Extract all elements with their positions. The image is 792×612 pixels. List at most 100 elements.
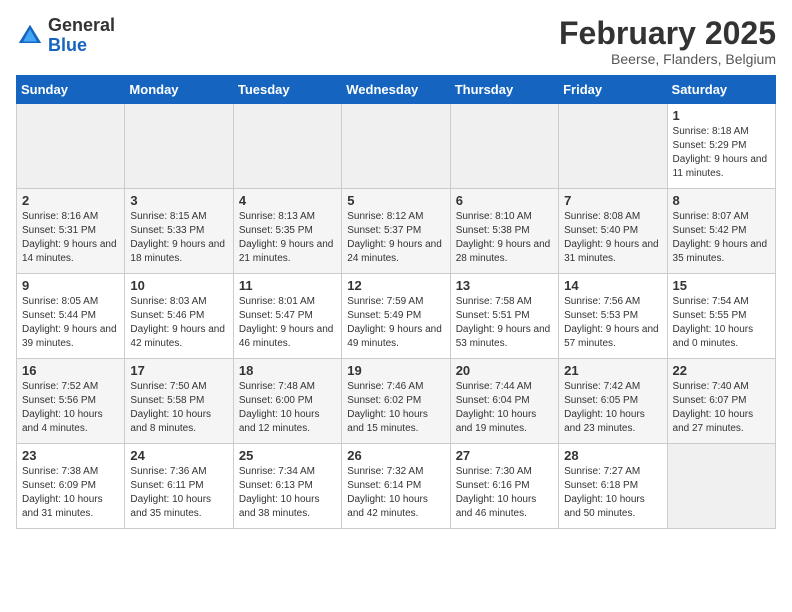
calendar-week-row: 9Sunrise: 8:05 AM Sunset: 5:44 PM Daylig… [17, 274, 776, 359]
calendar-table: SundayMondayTuesdayWednesdayThursdayFrid… [16, 75, 776, 529]
day-of-week-header: Saturday [667, 76, 775, 104]
day-info: Sunrise: 7:46 AM Sunset: 6:02 PM Dayligh… [347, 380, 444, 436]
day-number: 26 [347, 448, 444, 463]
day-number: 27 [456, 448, 553, 463]
month-title: February 2025 [559, 16, 776, 51]
calendar-cell: 20Sunrise: 7:44 AM Sunset: 6:04 PM Dayli… [450, 359, 558, 444]
calendar-cell: 27 Sunrise: 7:30 AM Sunset: 6:16 PM Dayli… [450, 444, 558, 529]
calendar-week-row: 2 Sunrise: 8:16 AM Sunset: 5:31 PM Daylig… [17, 189, 776, 274]
calendar-cell: 26Sunrise: 7:32 AM Sunset: 6:14 PM Dayli… [342, 444, 450, 529]
day-number: 7 [564, 193, 661, 208]
day-number: 22 [673, 363, 770, 378]
title-area: February 2025 Beerse, Flanders, Belgium [559, 16, 776, 67]
day-number: 18 [239, 363, 336, 378]
calendar-cell [17, 104, 125, 189]
calendar-cell [342, 104, 450, 189]
day-of-week-header: Tuesday [233, 76, 341, 104]
calendar-cell: 6Sunrise: 8:10 AM Sunset: 5:38 PM Daylig… [450, 189, 558, 274]
day-number: 10 [130, 278, 227, 293]
day-number: 6 [456, 193, 553, 208]
day-info: Sunrise: 8:03 AM Sunset: 5:46 PM Dayligh… [130, 295, 227, 351]
header: General Blue February 2025 Beerse, Fland… [16, 16, 776, 67]
calendar-cell: 8 Sunrise: 8:07 AM Sunset: 5:42 PM Daylig… [667, 189, 775, 274]
calendar-cell: 7 Sunrise: 8:08 AM Sunset: 5:40 PM Daylig… [559, 189, 667, 274]
day-info: Sunrise: 8:18 AM Sunset: 5:29 PM Dayligh… [673, 125, 770, 181]
calendar-cell: 18 Sunrise: 7:48 AM Sunset: 6:00 PM Dayli… [233, 359, 341, 444]
day-info: Sunrise: 8:01 AM Sunset: 5:47 PM Dayligh… [239, 295, 336, 351]
day-number: 12 [347, 278, 444, 293]
day-info: Sunrise: 7:50 AM Sunset: 5:58 PM Dayligh… [130, 380, 227, 436]
day-number: 21 [564, 363, 661, 378]
day-info: Sunrise: 7:44 AM Sunset: 6:04 PM Dayligh… [456, 380, 553, 436]
day-number: 17 [130, 363, 227, 378]
calendar-cell: 3Sunrise: 8:15 AM Sunset: 5:33 PM Daylig… [125, 189, 233, 274]
calendar-cell: 5 Sunrise: 8:12 AM Sunset: 5:37 PM Daylig… [342, 189, 450, 274]
day-of-week-header: Friday [559, 76, 667, 104]
calendar-cell: 9Sunrise: 8:05 AM Sunset: 5:44 PM Daylig… [17, 274, 125, 359]
day-number: 23 [22, 448, 119, 463]
day-of-week-header: Sunday [17, 76, 125, 104]
day-number: 16 [22, 363, 119, 378]
day-info: Sunrise: 7:59 AM Sunset: 5:49 PM Dayligh… [347, 295, 444, 351]
day-info: Sunrise: 8:13 AM Sunset: 5:35 PM Dayligh… [239, 210, 336, 266]
day-info: Sunrise: 8:05 AM Sunset: 5:44 PM Dayligh… [22, 295, 119, 351]
day-info: Sunrise: 7:30 AM Sunset: 6:16 PM Dayligh… [456, 465, 553, 521]
day-info: Sunrise: 7:56 AM Sunset: 5:53 PM Dayligh… [564, 295, 661, 351]
calendar-cell: 12 Sunrise: 7:59 AM Sunset: 5:49 PM Dayli… [342, 274, 450, 359]
day-number: 1 [673, 108, 770, 123]
logo-general-text: General [48, 15, 115, 35]
day-number: 15 [673, 278, 770, 293]
calendar-cell: 24Sunrise: 7:36 AM Sunset: 6:11 PM Dayli… [125, 444, 233, 529]
calendar-cell: 19 Sunrise: 7:46 AM Sunset: 6:02 PM Dayli… [342, 359, 450, 444]
day-number: 4 [239, 193, 336, 208]
calendar-cell: 4 Sunrise: 8:13 AM Sunset: 5:35 PM Daylig… [233, 189, 341, 274]
day-number: 5 [347, 193, 444, 208]
day-number: 11 [239, 278, 336, 293]
day-number: 2 [22, 193, 119, 208]
day-info: Sunrise: 8:08 AM Sunset: 5:40 PM Dayligh… [564, 210, 661, 266]
logo-blue-text: Blue [48, 35, 87, 55]
calendar-cell: 25 Sunrise: 7:34 AM Sunset: 6:13 PM Dayli… [233, 444, 341, 529]
day-info: Sunrise: 7:34 AM Sunset: 6:13 PM Dayligh… [239, 465, 336, 521]
day-info: Sunrise: 8:12 AM Sunset: 5:37 PM Dayligh… [347, 210, 444, 266]
day-info: Sunrise: 7:48 AM Sunset: 6:00 PM Dayligh… [239, 380, 336, 436]
calendar-cell: 17 Sunrise: 7:50 AM Sunset: 5:58 PM Dayli… [125, 359, 233, 444]
calendar-cell: 15 Sunrise: 7:54 AM Sunset: 5:55 PM Dayli… [667, 274, 775, 359]
day-number: 25 [239, 448, 336, 463]
calendar-cell: 16 Sunrise: 7:52 AM Sunset: 5:56 PM Dayli… [17, 359, 125, 444]
day-info: Sunrise: 8:16 AM Sunset: 5:31 PM Dayligh… [22, 210, 119, 266]
calendar-cell: 10 Sunrise: 8:03 AM Sunset: 5:46 PM Dayli… [125, 274, 233, 359]
calendar-week-row: 16 Sunrise: 7:52 AM Sunset: 5:56 PM Dayli… [17, 359, 776, 444]
day-info: Sunrise: 7:38 AM Sunset: 6:09 PM Dayligh… [22, 465, 119, 521]
calendar-cell: 2 Sunrise: 8:16 AM Sunset: 5:31 PM Daylig… [17, 189, 125, 274]
calendar-cell [450, 104, 558, 189]
calendar-cell: 1 Sunrise: 8:18 AM Sunset: 5:29 PM Daylig… [667, 104, 775, 189]
logo-icon [16, 22, 44, 50]
day-info: Sunrise: 8:07 AM Sunset: 5:42 PM Dayligh… [673, 210, 770, 266]
calendar-cell: 23 Sunrise: 7:38 AM Sunset: 6:09 PM Dayli… [17, 444, 125, 529]
day-info: Sunrise: 7:27 AM Sunset: 6:18 PM Dayligh… [564, 465, 661, 521]
calendar-header-row: SundayMondayTuesdayWednesdayThursdayFrid… [17, 76, 776, 104]
day-number: 14 [564, 278, 661, 293]
calendar-cell: 28 Sunrise: 7:27 AM Sunset: 6:18 PM Dayli… [559, 444, 667, 529]
calendar-cell [125, 104, 233, 189]
day-info: Sunrise: 7:54 AM Sunset: 5:55 PM Dayligh… [673, 295, 770, 351]
calendar-cell: 11 Sunrise: 8:01 AM Sunset: 5:47 PM Dayli… [233, 274, 341, 359]
day-of-week-header: Wednesday [342, 76, 450, 104]
day-info: Sunrise: 7:42 AM Sunset: 6:05 PM Dayligh… [564, 380, 661, 436]
day-of-week-header: Monday [125, 76, 233, 104]
day-number: 19 [347, 363, 444, 378]
day-number: 3 [130, 193, 227, 208]
day-info: Sunrise: 7:40 AM Sunset: 6:07 PM Dayligh… [673, 380, 770, 436]
day-info: Sunrise: 7:36 AM Sunset: 6:11 PM Dayligh… [130, 465, 227, 521]
day-number: 13 [456, 278, 553, 293]
day-info: Sunrise: 7:58 AM Sunset: 5:51 PM Dayligh… [456, 295, 553, 351]
day-number: 8 [673, 193, 770, 208]
calendar-cell [559, 104, 667, 189]
calendar-cell [233, 104, 341, 189]
calendar-cell: 21 Sunrise: 7:42 AM Sunset: 6:05 PM Dayli… [559, 359, 667, 444]
day-number: 28 [564, 448, 661, 463]
calendar-week-row: 23 Sunrise: 7:38 AM Sunset: 6:09 PM Dayli… [17, 444, 776, 529]
day-of-week-header: Thursday [450, 76, 558, 104]
day-info: Sunrise: 7:52 AM Sunset: 5:56 PM Dayligh… [22, 380, 119, 436]
